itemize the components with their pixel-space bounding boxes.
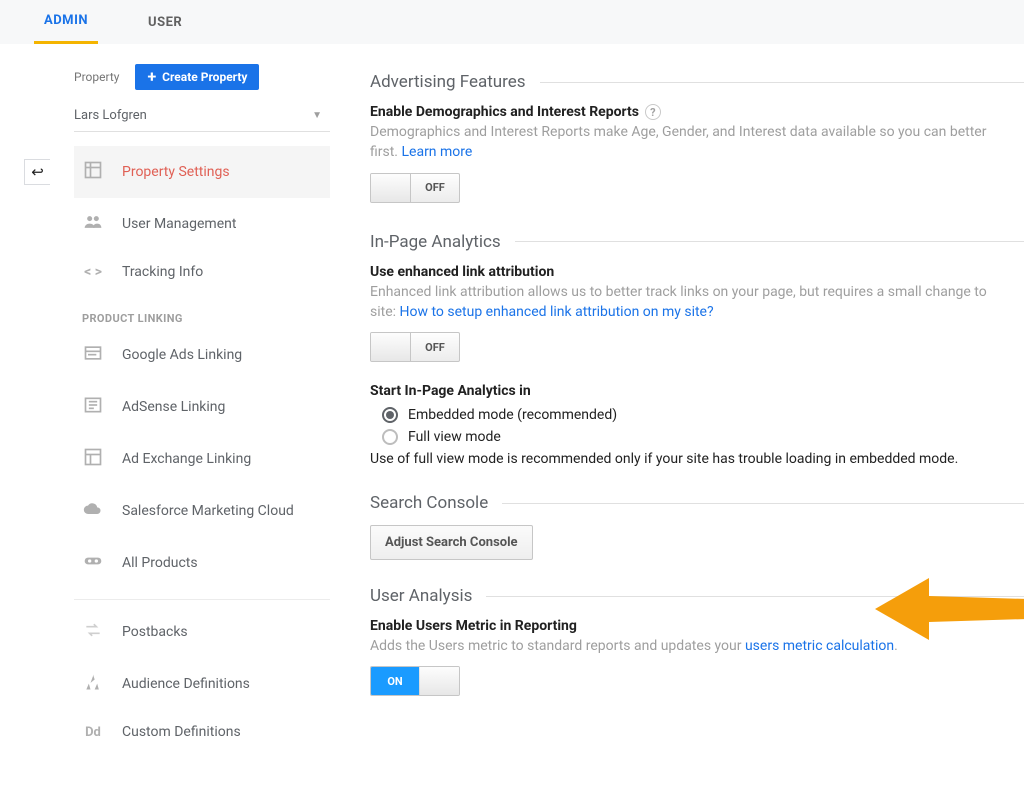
postbacks-icon [82, 620, 104, 644]
admin-tabbar: ADMIN USER [0, 0, 1024, 44]
audience-icon [82, 672, 104, 696]
sidebar-item-custom-definitions[interactable]: Dd Custom Definitions [74, 710, 330, 754]
section-search-console: Search Console Adjust Search Console [370, 493, 1024, 560]
back-button[interactable]: ↩ [24, 159, 50, 185]
sidebar-item-label: Property Settings [122, 164, 230, 180]
chevron-down-icon: ▼ [312, 110, 322, 121]
enhanced-link-toggle[interactable]: OFF [370, 332, 460, 362]
sidebar-item-label: AdSense Linking [122, 399, 225, 415]
sidebar-item-audience-definitions[interactable]: Audience Definitions [74, 658, 330, 710]
section-heading: User Analysis [370, 586, 472, 606]
plus-icon: + [147, 71, 156, 83]
section-heading: In-Page Analytics [370, 232, 501, 252]
create-property-label: Create Property [162, 70, 247, 84]
radio-full-view-mode[interactable]: Full view mode [382, 429, 1024, 445]
content-area: Advertising Features Enable Demographics… [330, 44, 1024, 762]
toggle-state: OFF [411, 333, 459, 361]
sidebar-item-sfmc[interactable]: Salesforce Marketing Cloud [74, 485, 330, 537]
enhanced-link-attribution-link[interactable]: How to setup enhanced link attribution o… [400, 304, 714, 320]
radio-icon [382, 407, 398, 423]
section-heading: Search Console [370, 493, 488, 513]
tab-admin[interactable]: ADMIN [34, 0, 98, 44]
divider [502, 503, 1024, 504]
toggle-knob [371, 174, 411, 202]
sidebar-item-user-management[interactable]: User Management [74, 198, 330, 250]
sidebar-item-label: User Management [122, 216, 236, 232]
toggle-knob [371, 333, 411, 361]
radio-label: Embedded mode (recommended) [408, 407, 617, 423]
sidebar-item-label: Custom Definitions [122, 724, 241, 740]
ad-exchange-icon [82, 447, 104, 471]
property-selector-value: Lars Lofgren [74, 108, 147, 123]
property-selector[interactable]: Lars Lofgren ▼ [74, 104, 330, 132]
tab-user[interactable]: USER [138, 0, 192, 44]
inpage-mode-radio-group: Embedded mode (recommended) Full view mo… [382, 407, 1024, 445]
toggle-state: OFF [411, 174, 459, 202]
sidebar-divider [74, 599, 330, 600]
divider [540, 82, 1024, 83]
adjust-search-console-button[interactable]: Adjust Search Console [370, 525, 533, 560]
google-ads-icon [82, 343, 104, 367]
section-inpage-analytics: In-Page Analytics Use enhanced link attr… [370, 232, 1024, 468]
users-metric-toggle[interactable]: ON [370, 666, 460, 696]
custom-definitions-icon: Dd [82, 725, 104, 740]
sidebar-item-label: All Products [122, 555, 198, 571]
users-icon [82, 212, 104, 236]
sidebar-item-label: Salesforce Marketing Cloud [122, 503, 294, 519]
sidebar-section-product-linking: PRODUCT LINKING [74, 294, 330, 329]
setting-label: Enable Users Metric in Reporting [370, 618, 577, 634]
sidebar-item-google-ads[interactable]: Google Ads Linking [74, 329, 330, 381]
adsense-icon [82, 395, 104, 419]
setting-help: Demographics and Interest Reports make A… [370, 122, 1024, 163]
sidebar-property-label: Property [74, 70, 119, 84]
setting-label: Start In-Page Analytics in [370, 383, 531, 399]
radio-embedded-mode[interactable]: Embedded mode (recommended) [382, 407, 1024, 423]
setting-help: Enhanced link attribution allows us to b… [370, 282, 1024, 323]
sidebar-item-ad-exchange[interactable]: Ad Exchange Linking [74, 433, 330, 485]
code-icon: < > [82, 264, 104, 280]
radio-icon [382, 429, 398, 445]
sidebar-item-property-settings[interactable]: Property Settings [74, 146, 330, 198]
sidebar-item-adsense[interactable]: AdSense Linking [74, 381, 330, 433]
sidebar-item-label: Postbacks [122, 624, 188, 640]
link-icon [82, 551, 104, 575]
section-user-analysis: User Analysis Enable Users Metric in Rep… [370, 586, 1024, 696]
cloud-icon [82, 499, 104, 523]
learn-more-link[interactable]: Learn more [401, 144, 472, 160]
back-arrow-icon: ↩ [31, 163, 44, 181]
demographics-toggle[interactable]: OFF [370, 173, 460, 203]
setting-note: Use of full view mode is recommended onl… [370, 451, 1024, 467]
section-advertising-features: Advertising Features Enable Demographics… [370, 72, 1024, 206]
property-settings-icon [82, 160, 104, 184]
sidebar-item-label: Ad Exchange Linking [122, 451, 251, 467]
divider [515, 241, 1024, 242]
users-metric-calc-link[interactable]: users metric calculation [745, 638, 894, 654]
create-property-button[interactable]: + Create Property [135, 64, 259, 90]
sidebar: Property + Create Property Lars Lofgren … [50, 44, 330, 762]
divider [486, 596, 1024, 597]
section-heading: Advertising Features [370, 72, 526, 92]
sidebar-item-postbacks[interactable]: Postbacks [74, 606, 330, 658]
sidebar-item-label: Google Ads Linking [122, 347, 242, 363]
setting-help: Adds the Users metric to standard report… [370, 636, 1024, 656]
sidebar-item-all-products[interactable]: All Products [74, 537, 330, 589]
sidebar-item-label: Audience Definitions [122, 676, 250, 692]
setting-label: Enable Demographics and Interest Reports [370, 104, 639, 120]
sidebar-item-tracking-info[interactable]: < > Tracking Info [74, 250, 330, 294]
setting-label: Use enhanced link attribution [370, 264, 554, 280]
help-icon[interactable]: ? [645, 104, 661, 120]
toggle-knob [419, 667, 459, 695]
toggle-state: ON [371, 667, 419, 695]
sidebar-item-label: Tracking Info [122, 264, 203, 280]
radio-label: Full view mode [408, 429, 501, 445]
